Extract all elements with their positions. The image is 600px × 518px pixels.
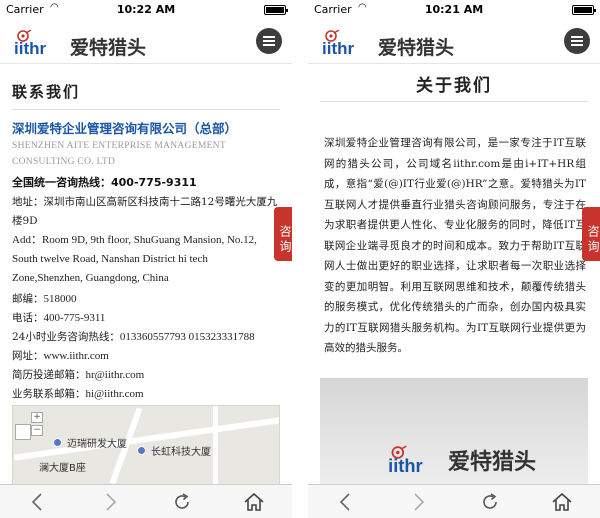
- battery-icon: [572, 5, 596, 15]
- phone-value[interactable]: 400-775-9311: [44, 312, 106, 324]
- zip-value: 518000: [43, 293, 77, 305]
- map-pin-icon: [137, 446, 146, 455]
- home-icon[interactable]: [550, 490, 574, 514]
- location-map[interactable]: + − 迈瑞研发大厦 长虹科技大厦 澜大厦B座: [12, 405, 280, 485]
- status-bar: Carrier ◠ 10:21 AM: [308, 0, 600, 20]
- logo-mark-icon: iithr: [14, 30, 46, 56]
- hotline[interactable]: 全国统一咨询热线：400-775-9311: [12, 174, 197, 190]
- app-header: iithr 爱特猎头: [308, 20, 600, 64]
- browser-toolbar: [0, 484, 292, 518]
- refresh-icon[interactable]: [170, 490, 194, 514]
- map-pin-icon: [53, 438, 62, 447]
- map-pan-control[interactable]: [15, 424, 31, 440]
- contact-content: 联系我们 深圳爱特企业管理咨询有限公司（总部） SHENZHEN AITE EN…: [0, 65, 292, 485]
- svg-text:iithr: iithr: [322, 39, 354, 56]
- zip-label: 邮编：: [12, 293, 44, 305]
- menu-icon[interactable]: [256, 28, 282, 54]
- address-en: Add：Room 9D, 9th floor, ShuGuang Mansion…: [12, 231, 278, 288]
- map-label-c: 澜大厦B座: [39, 463, 86, 474]
- biz-row: 业务联系邮箱：hi@iithr.com: [12, 385, 278, 404]
- phone-label: 电话：: [12, 312, 44, 324]
- refresh-icon[interactable]: [478, 490, 502, 514]
- site-row: 网址：www.iithr.com: [12, 347, 278, 366]
- site-label: 网址：: [12, 350, 44, 362]
- service-row: 24小时业务咨询热线：013360557793 015323331788: [12, 328, 278, 347]
- company-name-en: SHENZHEN AITE ENTERPRISE MANAGEMENT CONS…: [12, 141, 226, 167]
- forward-icon[interactable]: [406, 490, 430, 514]
- zoom-in-button[interactable]: +: [31, 412, 43, 423]
- about-screen: Carrier ◠ 10:21 AM iithr 爱特猎头 关于我们 深圳爱特企…: [308, 0, 600, 518]
- page-title: 联系我们: [12, 83, 81, 101]
- page-title: 关于我们: [416, 76, 492, 96]
- brand-name: 爱特猎头: [378, 37, 455, 59]
- menu-icon[interactable]: [564, 28, 590, 54]
- contact-screen: Carrier ◠ 10:22 AM iithr 爱特猎头 联系我们 深圳爱特企…: [0, 0, 292, 518]
- service-label: 24小时业务咨询热线：: [12, 331, 120, 343]
- back-icon[interactable]: [26, 490, 50, 514]
- site-value[interactable]: www.iithr.com: [44, 350, 109, 362]
- resume-value[interactable]: hr@iithr.com: [86, 369, 145, 381]
- map-zoom-control[interactable]: + −: [31, 412, 45, 438]
- back-icon[interactable]: [334, 490, 358, 514]
- brand-banner-image: iithr 爱特猎头: [320, 378, 588, 485]
- status-bar: Carrier ◠ 10:22 AM: [0, 0, 292, 20]
- consult-tab[interactable]: 咨询: [274, 207, 292, 261]
- logo-mark-icon: iithr: [322, 30, 354, 56]
- svg-text:iithr: iithr: [388, 455, 422, 475]
- company-name: 深圳爱特企业管理咨询有限公司（总部）: [12, 121, 238, 136]
- banner-brand-name: 爱特猎头: [448, 450, 537, 475]
- address-en-text: Add：Room 9D, 9th floor, ShuGuang Mansion…: [12, 234, 257, 284]
- zip-row: 邮编：518000: [12, 290, 278, 309]
- brand-name: 爱特猎头: [70, 37, 147, 59]
- clock: 10:22 AM: [116, 3, 176, 16]
- about-content: 关于我们 深圳爱特企业管理咨询有限公司，是一家专注于IT互联网的猎头公司，公司域…: [308, 65, 600, 485]
- resume-label: 简历投递邮箱：: [12, 369, 86, 381]
- divider: [12, 109, 280, 110]
- consult-tab[interactable]: 咨询: [582, 207, 600, 261]
- map-label-a: 迈瑞研发大厦: [67, 439, 127, 450]
- logo-mark-icon: iithr: [388, 445, 423, 475]
- address-cn: 地址：深圳市南山区高新区科技南十二路12号曙光大厦九楼9D: [12, 196, 278, 227]
- biz-value[interactable]: hi@iithr.com: [86, 388, 144, 400]
- zoom-out-button[interactable]: −: [31, 425, 43, 436]
- about-paragraph: 深圳爱特企业管理咨询有限公司，是一家专注于IT互联网的猎头公司，公司域名iith…: [324, 137, 586, 354]
- service-value[interactable]: 013360557793 015323331788: [120, 331, 255, 343]
- browser-toolbar: [308, 484, 600, 518]
- divider: [320, 101, 588, 102]
- battery-icon: [264, 5, 288, 15]
- svg-text:iithr: iithr: [14, 39, 46, 56]
- clock: 10:21 AM: [424, 3, 484, 16]
- app-header: iithr 爱特猎头: [0, 20, 292, 64]
- phone-row: 电话：400-775-9311: [12, 309, 278, 328]
- home-icon[interactable]: [242, 490, 266, 514]
- screen-gap: [292, 0, 308, 518]
- biz-label: 业务联系邮箱：: [12, 388, 86, 400]
- forward-icon[interactable]: [98, 490, 122, 514]
- resume-row: 简历投递邮箱：hr@iithr.com: [12, 366, 278, 385]
- map-label-b: 长虹科技大厦: [151, 447, 211, 458]
